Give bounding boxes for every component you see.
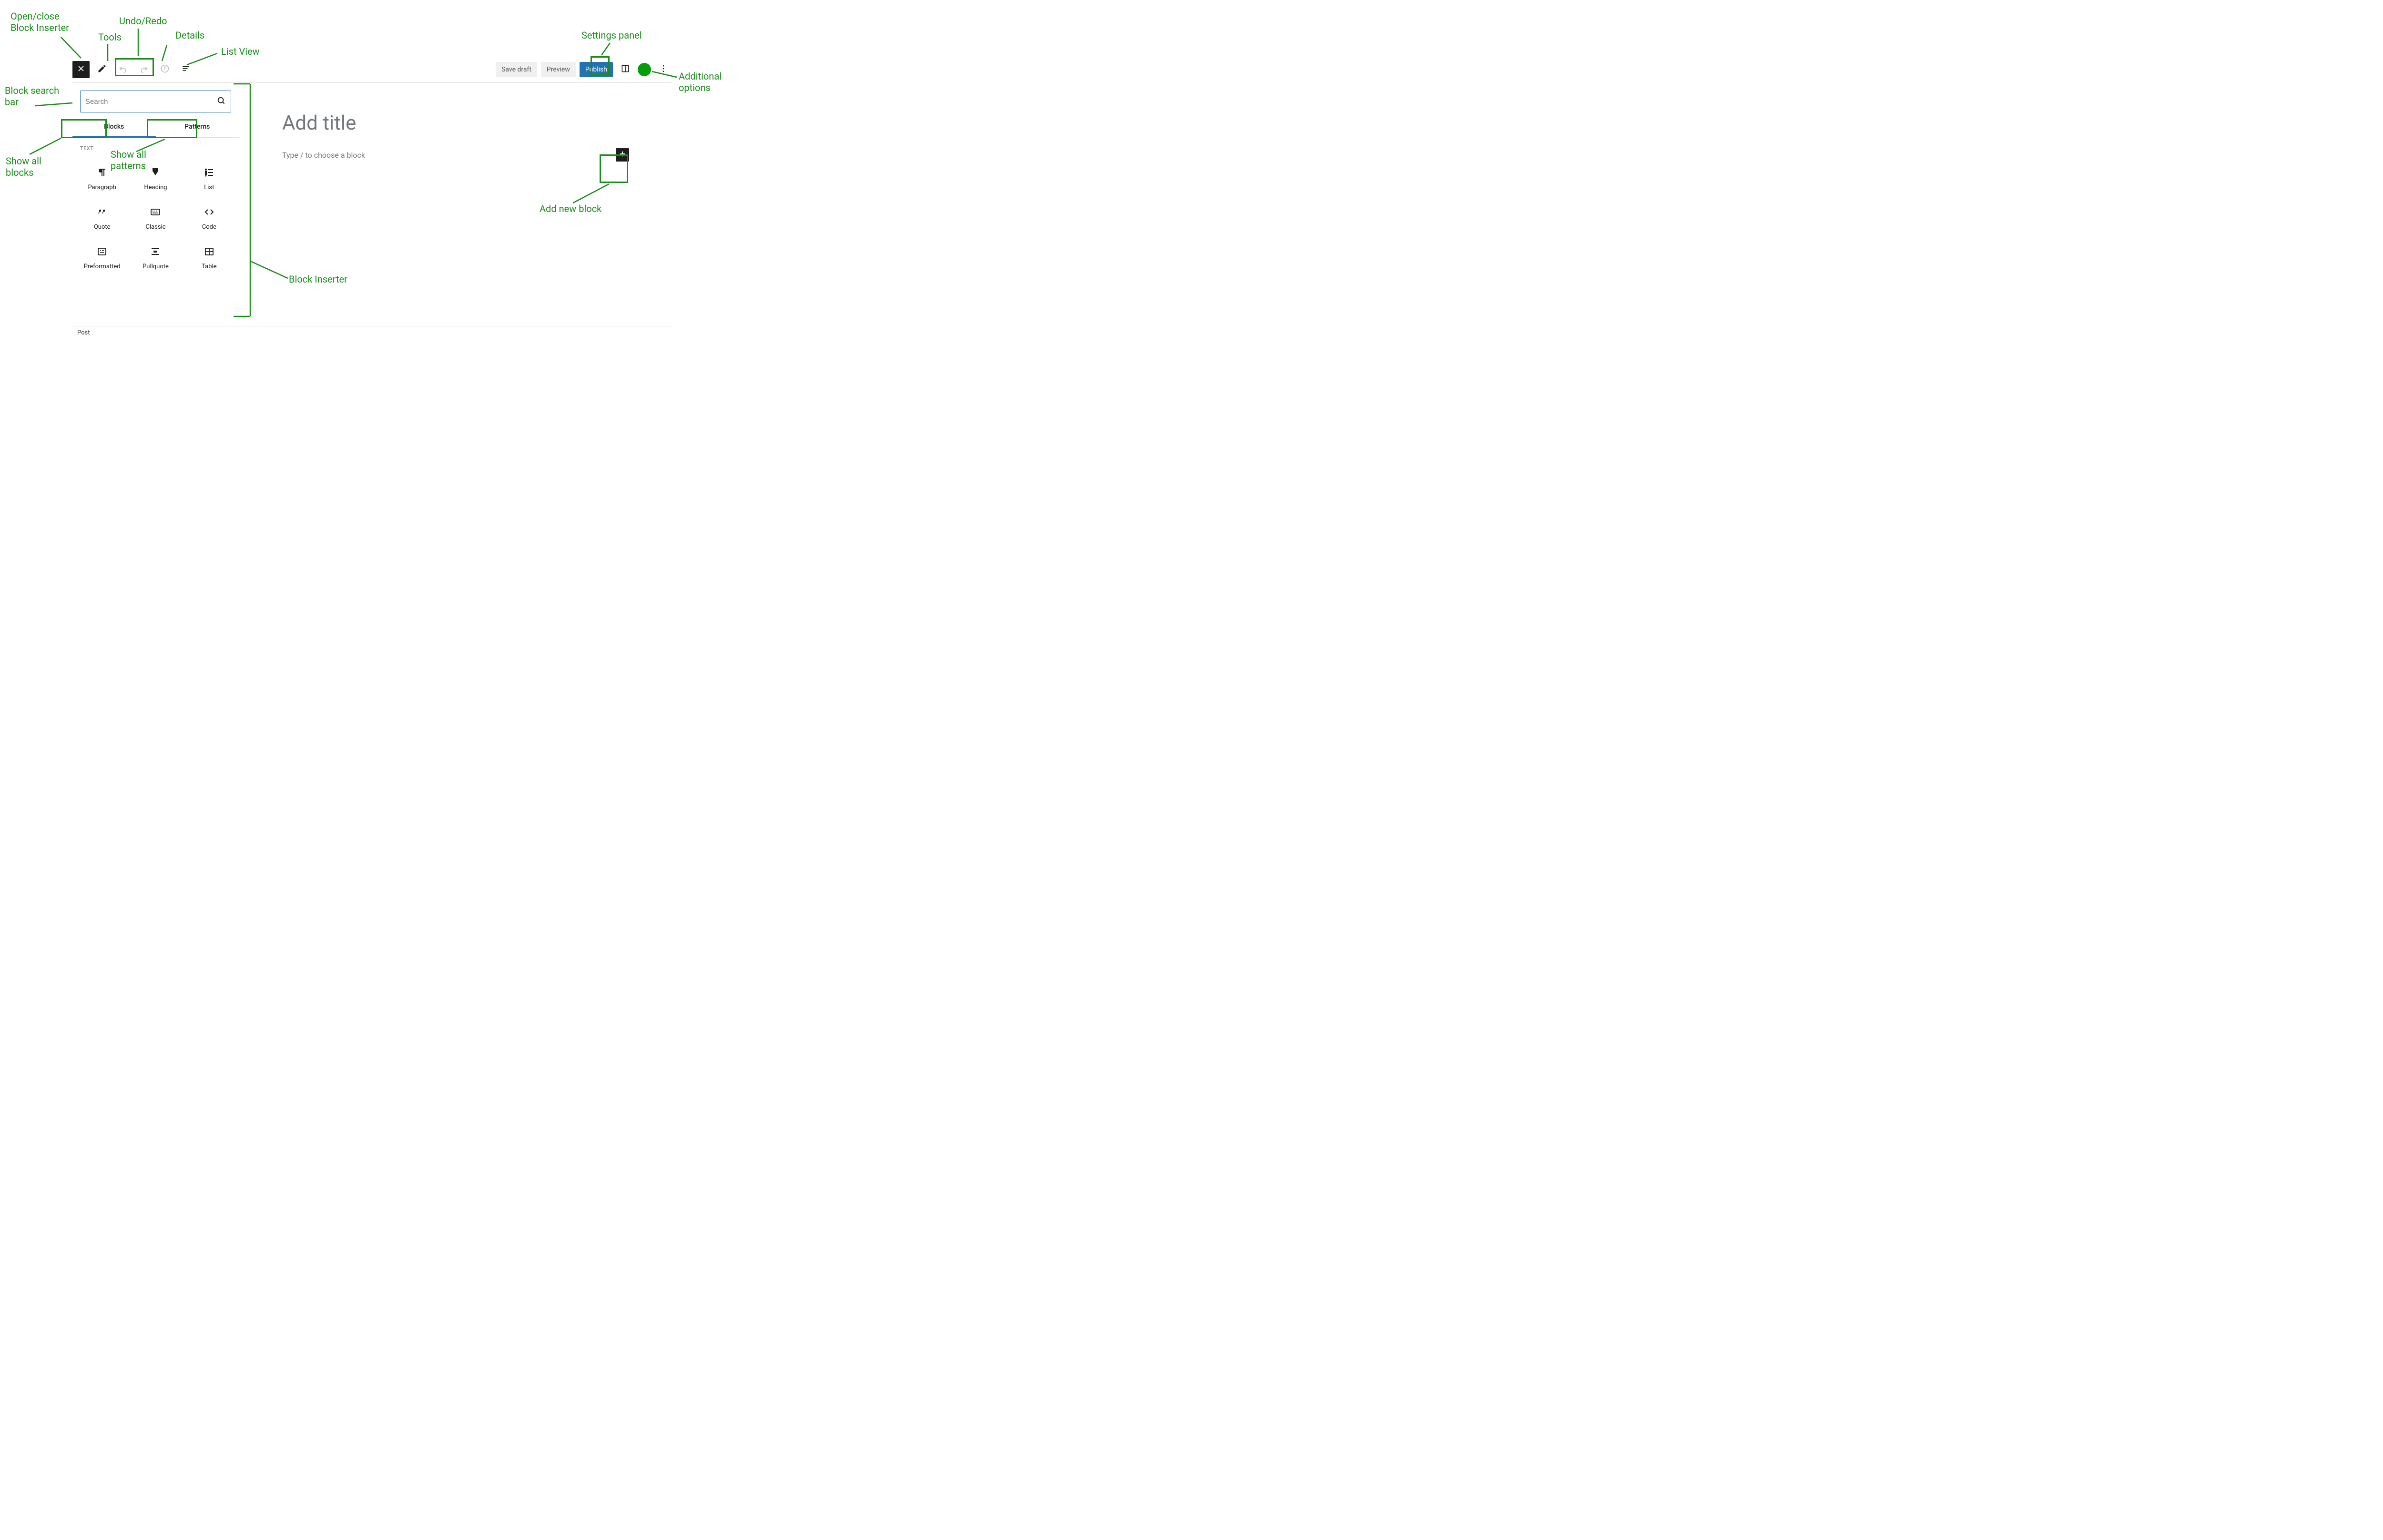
sidebar-settings-icon bbox=[621, 64, 630, 75]
jetpack-button[interactable] bbox=[638, 63, 651, 76]
block-quote[interactable]: Quote bbox=[76, 199, 128, 236]
more-options-button[interactable] bbox=[655, 61, 672, 78]
preformatted-icon bbox=[96, 246, 108, 257]
undo-icon bbox=[118, 64, 128, 75]
annotation-label: Add new block bbox=[540, 203, 601, 214]
block-breadcrumb: Post bbox=[72, 326, 672, 339]
block-label: Classic bbox=[145, 223, 165, 231]
tab-patterns[interactable]: Patterns bbox=[156, 116, 239, 137]
search-icon bbox=[216, 96, 226, 107]
list-view-icon bbox=[181, 64, 191, 75]
block-label: Quote bbox=[94, 223, 111, 231]
toolbar-left-group bbox=[72, 61, 194, 78]
block-preformatted[interactable]: Preformatted bbox=[76, 238, 128, 276]
block-label: Heading bbox=[144, 184, 167, 191]
list-icon bbox=[204, 167, 215, 178]
code-icon bbox=[204, 206, 215, 218]
kebab-icon bbox=[659, 64, 668, 75]
redo-icon bbox=[139, 64, 149, 75]
breadcrumb-item[interactable]: Post bbox=[77, 329, 90, 336]
info-icon bbox=[160, 64, 170, 75]
annotation-label: Open/close Block Inserter bbox=[10, 10, 69, 33]
annotation-label: Show all patterns bbox=[111, 149, 146, 172]
category-label: TEXT bbox=[72, 138, 239, 155]
toolbar-right-group: Save draft Preview Publish bbox=[496, 61, 672, 78]
annotation-label: Show all blocks bbox=[6, 155, 41, 178]
block-label: Pullquote bbox=[143, 263, 169, 270]
block-label: Paragraph bbox=[88, 184, 116, 191]
block-label: List bbox=[204, 184, 214, 191]
annotation-label: Undo/Redo bbox=[119, 15, 167, 27]
undo-button[interactable] bbox=[114, 61, 132, 78]
close-icon bbox=[76, 64, 86, 75]
block-pullquote[interactable]: Pullquote bbox=[130, 238, 181, 276]
toggle-block-inserter-button[interactable] bbox=[72, 61, 90, 78]
tab-blocks[interactable]: Blocks bbox=[72, 116, 156, 137]
block-list[interactable]: List bbox=[183, 159, 235, 197]
annotation-label: Block search bar bbox=[5, 85, 59, 108]
post-title-input[interactable]: Add title bbox=[282, 111, 629, 135]
block-grid: Paragraph Heading List Quote Classic Cod… bbox=[72, 155, 239, 280]
annotation-label: Block Inserter bbox=[289, 274, 347, 285]
annotation-label: Details bbox=[175, 30, 204, 41]
block-classic[interactable]: Classic bbox=[130, 199, 181, 236]
editor-top-toolbar: Save draft Preview Publish bbox=[72, 56, 672, 83]
preview-button[interactable]: Preview bbox=[541, 62, 576, 77]
pullquote-icon bbox=[150, 246, 161, 257]
heading-icon bbox=[150, 167, 161, 178]
block-inserter-panel: Blocks Patterns TEXT Paragraph Heading L… bbox=[72, 83, 239, 326]
block-label: Code bbox=[202, 223, 216, 231]
block-search-bar bbox=[80, 91, 231, 112]
annotation-label: Settings panel bbox=[581, 30, 642, 41]
first-block-row: Type / to choose a block bbox=[282, 148, 629, 162]
add-block-button[interactable] bbox=[616, 148, 629, 162]
plus-icon bbox=[618, 150, 627, 160]
search-wrap bbox=[72, 83, 239, 116]
quote-icon bbox=[96, 206, 108, 218]
block-table[interactable]: Table bbox=[183, 238, 235, 276]
paragraph-icon bbox=[96, 167, 108, 178]
list-view-button[interactable] bbox=[177, 61, 194, 78]
block-code[interactable]: Code bbox=[183, 199, 235, 236]
details-button[interactable] bbox=[156, 61, 173, 78]
settings-panel-button[interactable] bbox=[617, 61, 634, 78]
search-input[interactable] bbox=[85, 98, 216, 106]
editor-canvas: Add title Type / to choose a block bbox=[239, 83, 672, 326]
inserter-tabs: Blocks Patterns bbox=[72, 116, 239, 138]
annotation-label: List View bbox=[221, 46, 260, 57]
annotation-label: Tools bbox=[98, 31, 122, 43]
classic-icon bbox=[150, 206, 161, 218]
table-icon bbox=[204, 246, 215, 257]
tools-button[interactable] bbox=[93, 61, 111, 78]
annotation-label: Additional options bbox=[679, 71, 722, 93]
publish-button[interactable]: Publish bbox=[580, 62, 613, 77]
block-label: Preformatted bbox=[84, 263, 121, 270]
default-block-appender[interactable]: Type / to choose a block bbox=[282, 151, 365, 160]
block-label: Table bbox=[202, 263, 216, 270]
redo-button[interactable] bbox=[135, 61, 153, 78]
save-draft-button[interactable]: Save draft bbox=[496, 62, 537, 77]
edit-icon bbox=[97, 64, 107, 75]
